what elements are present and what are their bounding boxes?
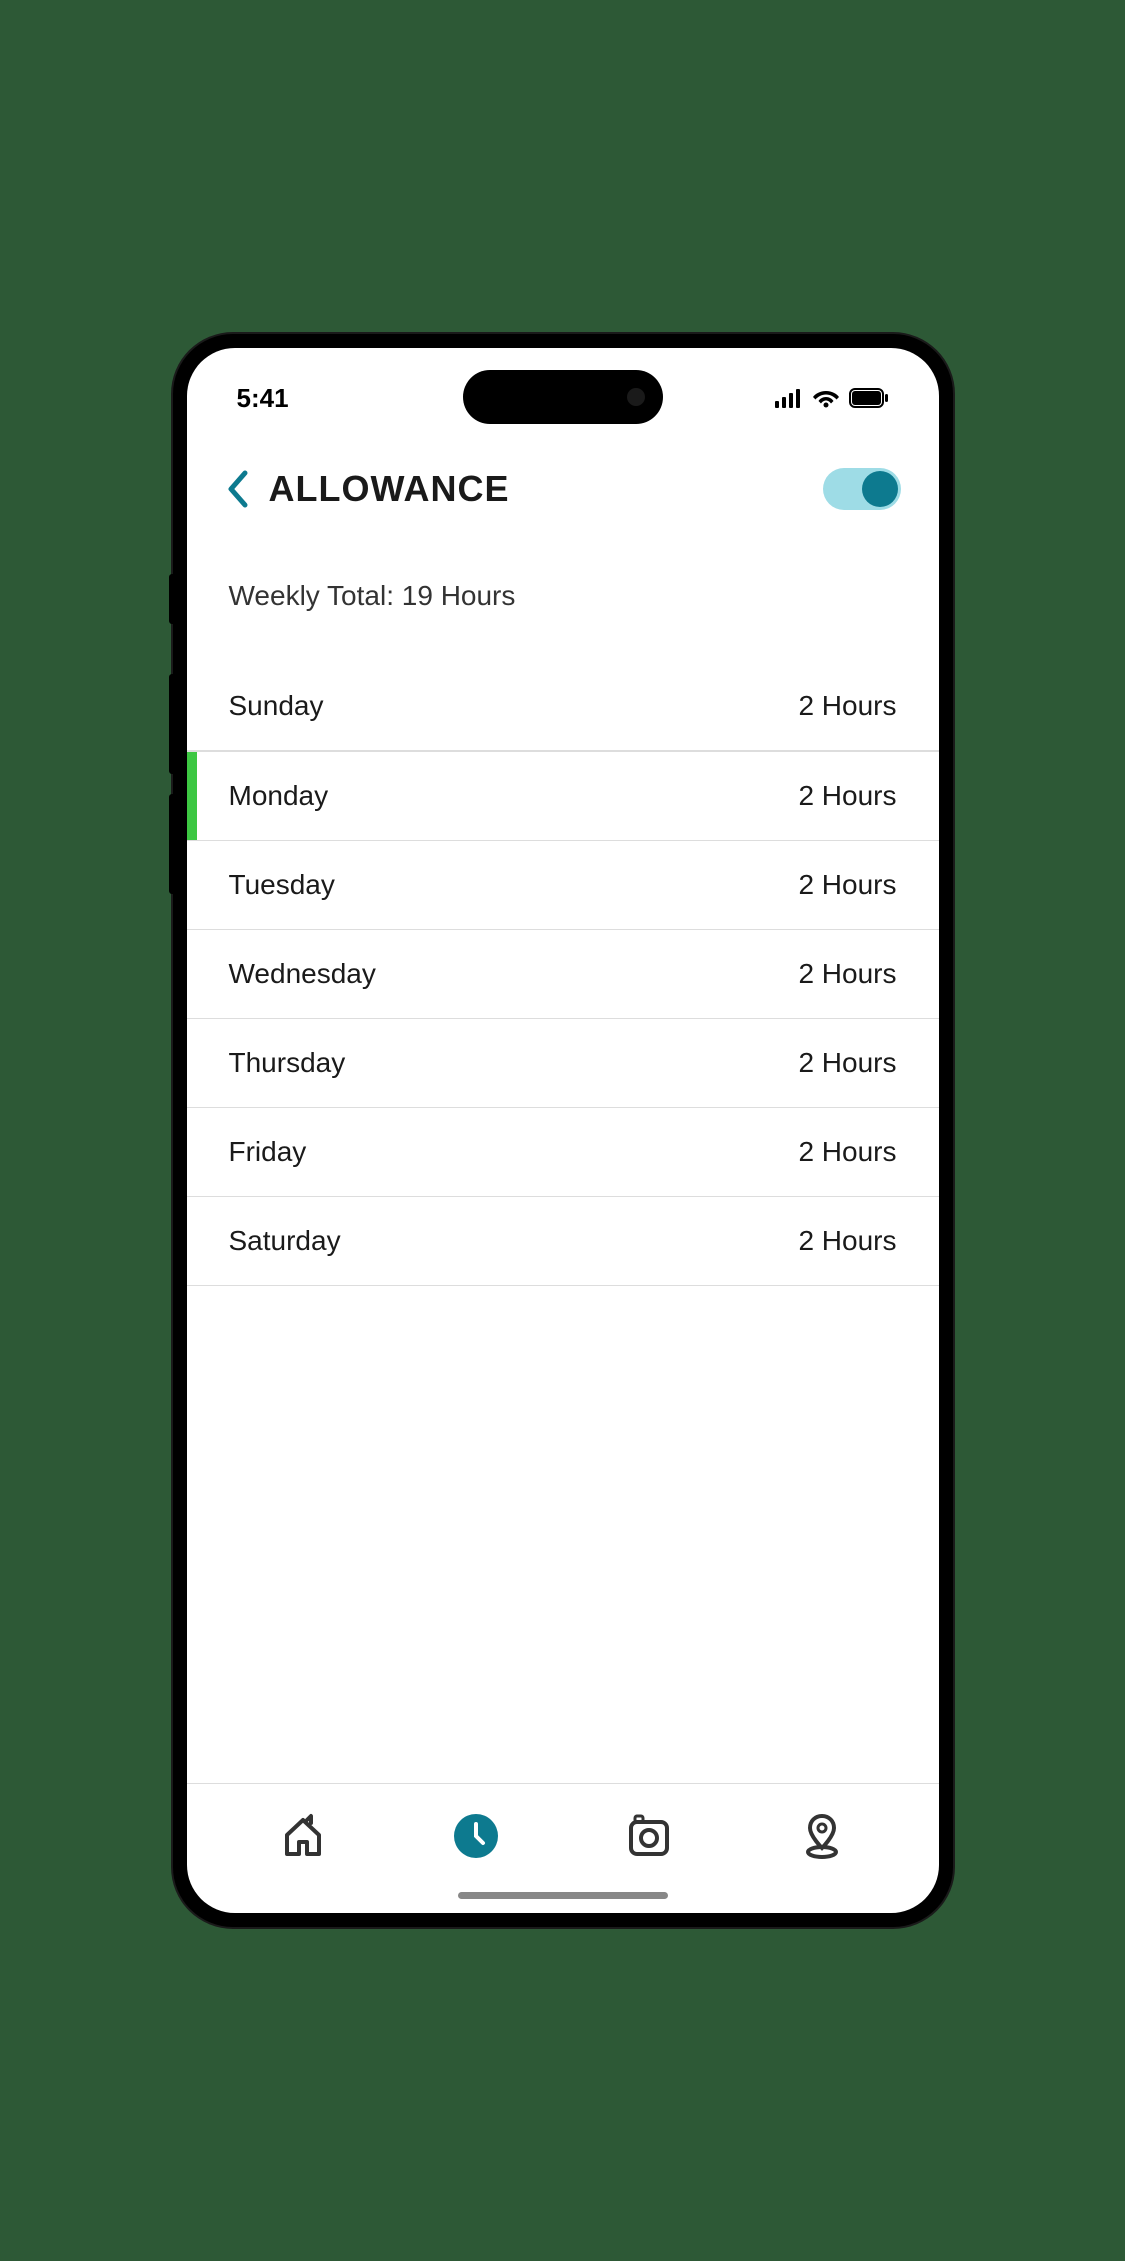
day-name: Sunday [229,690,324,722]
nav-home[interactable] [268,1801,338,1871]
day-row-wednesday[interactable]: Wednesday 2 Hours [187,930,939,1019]
day-value: 2 Hours [798,780,896,812]
chevron-left-icon [225,469,249,509]
day-name: Monday [229,780,329,812]
screen: 5:41 [187,348,939,1913]
day-value: 2 Hours [798,690,896,722]
status-icons [775,388,889,408]
nav-location[interactable] [787,1801,857,1871]
wifi-icon [813,388,839,408]
day-name: Wednesday [229,958,376,990]
day-value: 2 Hours [798,1136,896,1168]
header: ALLOWANCE [187,438,939,540]
day-row-thursday[interactable]: Thursday 2 Hours [187,1019,939,1108]
clock-icon [452,1812,500,1860]
status-time: 5:41 [237,383,289,414]
allowance-toggle[interactable] [823,468,901,510]
day-name: Saturday [229,1225,341,1257]
nav-camera[interactable] [614,1801,684,1871]
day-value: 2 Hours [798,1225,896,1257]
day-value: 2 Hours [798,869,896,901]
cellular-icon [775,388,803,408]
day-row-tuesday[interactable]: Tuesday 2 Hours [187,841,939,930]
day-name: Thursday [229,1047,346,1079]
phone-frame: 5:41 [173,334,953,1927]
day-name: Tuesday [229,869,335,901]
page-title: ALLOWANCE [269,468,510,510]
day-value: 2 Hours [798,1047,896,1079]
weekly-total-label: Weekly Total: 19 Hours [187,540,939,632]
back-button[interactable] [225,469,249,509]
home-icon [279,1812,327,1860]
nav-time[interactable] [441,1801,511,1871]
day-row-friday[interactable]: Friday 2 Hours [187,1108,939,1197]
day-row-saturday[interactable]: Saturday 2 Hours [187,1197,939,1286]
camera-icon [625,1812,673,1860]
days-list: Sunday 2 Hours Monday 2 Hours Tuesday 2 … [187,662,939,1286]
day-name: Friday [229,1136,307,1168]
day-row-sunday[interactable]: Sunday 2 Hours [187,662,939,751]
day-value: 2 Hours [798,958,896,990]
dynamic-island [463,370,663,424]
home-indicator[interactable] [458,1892,668,1899]
location-icon [798,1812,846,1860]
day-row-monday[interactable]: Monday 2 Hours [187,751,939,841]
battery-icon [849,388,889,408]
